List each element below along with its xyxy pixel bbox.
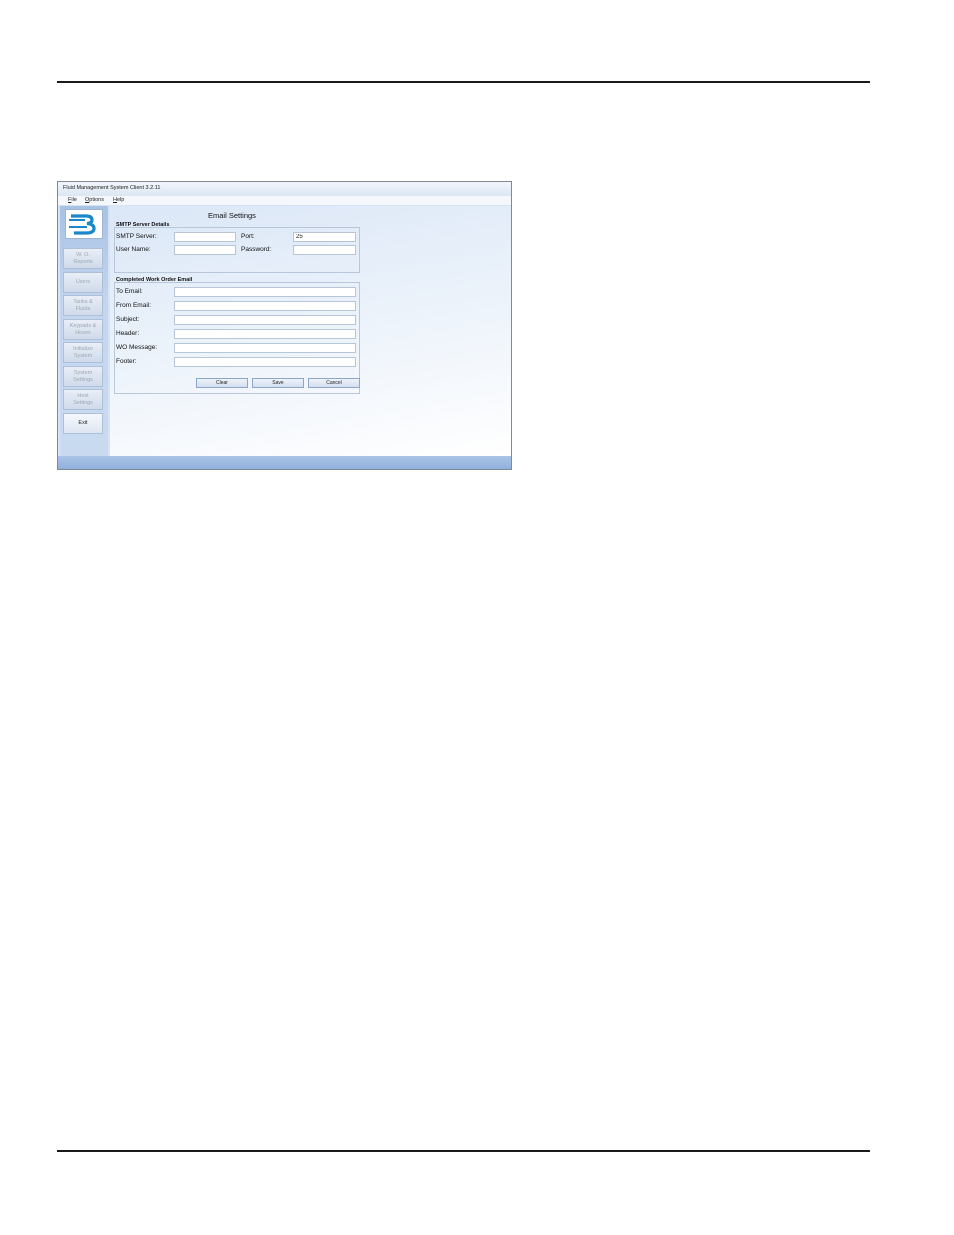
subject-label: Subject:: [116, 316, 140, 323]
to-email-label: To Email:: [116, 288, 143, 295]
sidebar: W. O. Reports Users Tanks & Fluids Keypa…: [60, 206, 108, 456]
port-input[interactable]: [293, 232, 356, 242]
header-label: Header:: [116, 330, 140, 337]
port-label: Port:: [241, 233, 255, 240]
menu-bar: File Options Help: [58, 196, 511, 205]
save-button[interactable]: Save: [252, 378, 304, 388]
menu-options[interactable]: Options: [85, 197, 104, 203]
completed-wo-group-title: Completed Work Order Email: [116, 277, 193, 283]
user-name-input[interactable]: [174, 245, 236, 255]
sidebar-wo-reports-button[interactable]: W. O. Reports: [63, 248, 103, 269]
wo-message-label: WO Message:: [116, 344, 158, 351]
sidebar-tanks-fluids-button[interactable]: Tanks & Fluids: [63, 295, 103, 316]
menu-help[interactable]: Help: [113, 197, 124, 203]
sidebar-users-button[interactable]: Users: [63, 272, 103, 293]
clear-button[interactable]: Clear: [196, 378, 248, 388]
sidebar-keypads-hoses-button[interactable]: Keypads & Hoses: [63, 319, 103, 340]
sidebar-exit-button[interactable]: Exit: [63, 413, 103, 434]
cancel-button[interactable]: Cancel: [308, 378, 360, 388]
footer-label: Footer:: [116, 358, 137, 365]
password-input[interactable]: [293, 245, 356, 255]
wo-message-input[interactable]: [174, 343, 356, 353]
title-bar: Fluid Management System Client 3.2.11: [58, 182, 511, 197]
page-top-rule: [57, 81, 870, 83]
user-name-label: User Name:: [116, 246, 151, 253]
from-email-input[interactable]: [174, 301, 356, 311]
menu-file[interactable]: File: [68, 197, 77, 203]
status-bar: [58, 456, 511, 469]
smtp-server-input[interactable]: [174, 232, 236, 242]
password-label: Password:: [241, 246, 272, 253]
from-email-label: From Email:: [116, 302, 152, 309]
subject-input[interactable]: [174, 315, 356, 325]
smtp-group-title: SMTP Server Details: [116, 222, 170, 228]
to-email-input[interactable]: [174, 287, 356, 297]
smtp-server-label: SMTP Server:: [116, 233, 157, 240]
sidebar-host-settings-button[interactable]: Host Settings: [63, 389, 103, 410]
page-bottom-rule: [57, 1150, 870, 1152]
app-window: Fluid Management System Client 3.2.11 Fi…: [57, 181, 512, 470]
window-title: Fluid Management System Client 3.2.11: [63, 185, 161, 191]
sidebar-system-settings-button[interactable]: System Settings: [63, 366, 103, 387]
email-settings-panel: Email Settings SMTP Server Details SMTP …: [110, 206, 511, 456]
sidebar-initialize-system-button[interactable]: Initialize System: [63, 342, 103, 363]
bb-logo-icon: [65, 209, 103, 239]
footer-input[interactable]: [174, 357, 356, 367]
page-title: Email Settings: [208, 211, 256, 220]
header-input[interactable]: [174, 329, 356, 339]
